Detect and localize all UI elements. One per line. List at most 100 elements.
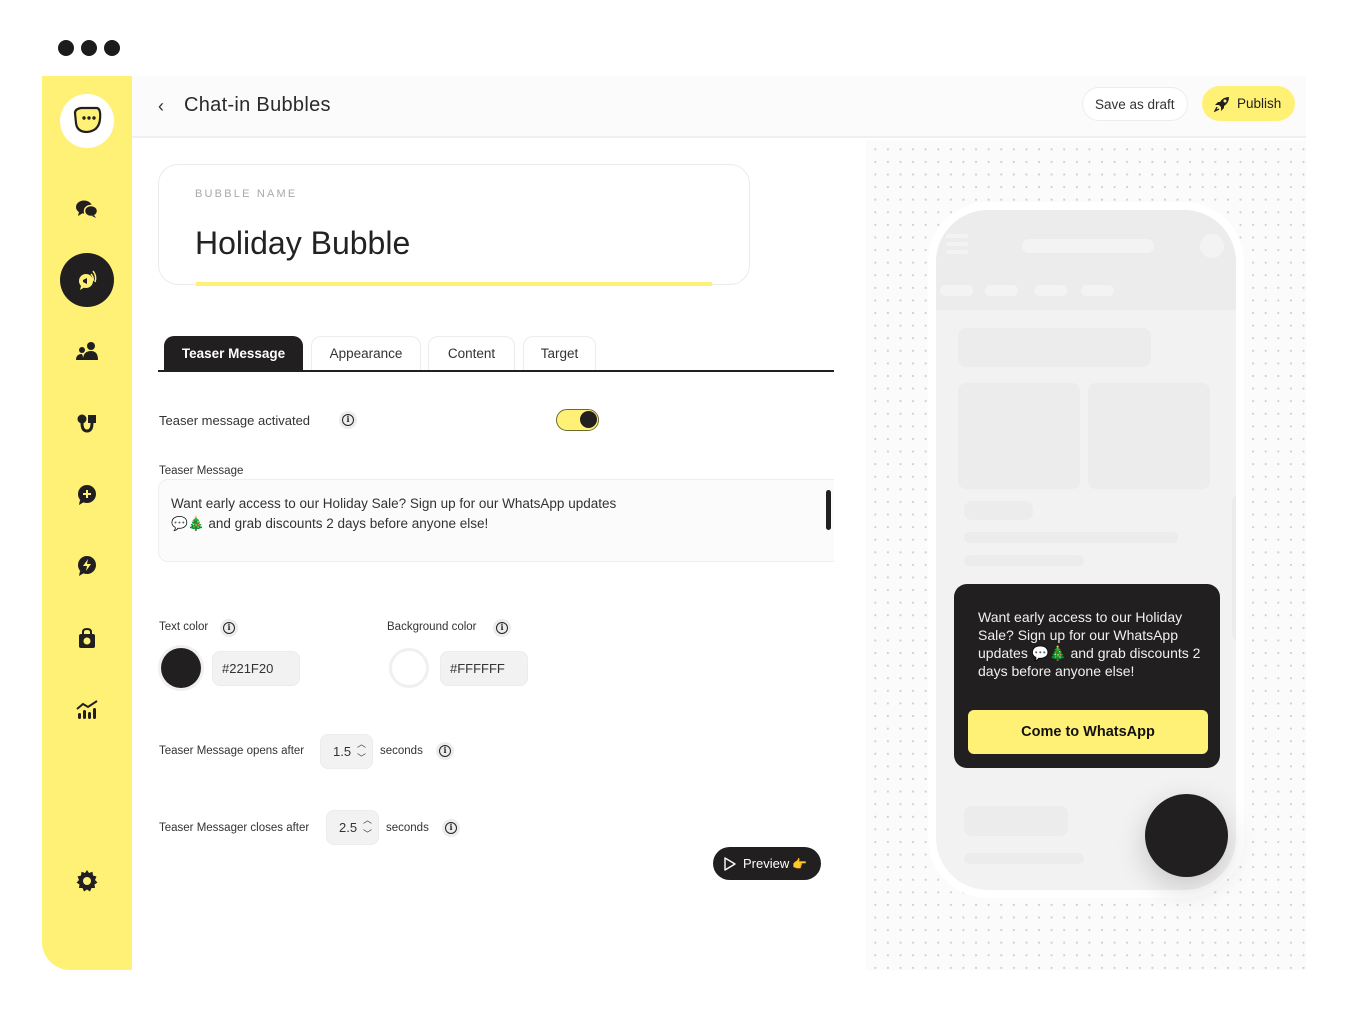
- bubble-name-underline: [196, 282, 712, 286]
- teaser-message-textarea[interactable]: Want early access to our Holiday Sale? S…: [158, 479, 834, 562]
- sidebar-item-settings[interactable]: [60, 854, 114, 908]
- info-icon[interactable]: i: [436, 742, 454, 760]
- tab-target[interactable]: Target: [523, 336, 596, 370]
- text-color-label: Text color: [159, 621, 209, 633]
- teaser-message-label: Teaser Message: [159, 465, 244, 477]
- window-controls: [58, 40, 120, 56]
- teaser-message-line: Want early access to our Holiday Sale? S…: [171, 496, 617, 511]
- textarea-scrollbar[interactable]: [826, 490, 831, 530]
- phone-text-skeleton: [964, 853, 1084, 864]
- phone-preview-area: [866, 140, 1306, 970]
- background-color-label: Background color: [387, 621, 477, 633]
- gear-icon: [76, 870, 98, 892]
- text-color-input[interactable]: #221F20: [212, 651, 300, 686]
- sidebar-item-new-chat[interactable]: [60, 468, 114, 522]
- bubble-name-input[interactable]: Holiday Bubble: [195, 225, 410, 262]
- flash-chat-icon: [78, 556, 96, 576]
- chat-bubbles-icon: [76, 200, 99, 218]
- sidebar-item-automations[interactable]: [60, 539, 114, 593]
- sidebar-item-analytics[interactable]: [60, 683, 114, 737]
- toggle-knob: [580, 411, 597, 428]
- phone-card: [1088, 383, 1210, 489]
- phone-text-skeleton: [964, 532, 1178, 543]
- closes-after-stepper[interactable]: 2.5 ︿ ﹀: [326, 810, 379, 845]
- chart-icon: [76, 700, 98, 719]
- phone-chip: [940, 285, 973, 296]
- info-icon[interactable]: i: [220, 619, 238, 637]
- opens-after-label: Teaser Message opens after: [159, 745, 305, 757]
- app-logo[interactable]: [60, 94, 114, 148]
- seconds-label: seconds: [386, 822, 429, 834]
- phone-chip: [1081, 285, 1114, 296]
- decrement-icon[interactable]: ﹀: [363, 830, 372, 839]
- tab-appearance[interactable]: Appearance: [311, 336, 421, 370]
- tab-content[interactable]: Content: [428, 336, 515, 370]
- phone-card: [958, 383, 1080, 489]
- phone-mockup: [928, 202, 1244, 898]
- preview-label: Preview: [743, 856, 790, 871]
- teaser-bubble-preview: Want early access to our Holiday Sale? S…: [954, 584, 1220, 768]
- sidebar-item-chat-in-bubbles[interactable]: [60, 253, 114, 307]
- phone-avatar: [1200, 234, 1224, 258]
- rocket-icon: [1214, 96, 1229, 112]
- sidebar-item-conversations[interactable]: [60, 182, 114, 236]
- opens-after-stepper[interactable]: 1.5 ︿ ﹀: [320, 734, 373, 769]
- hamburger-icon: [946, 234, 968, 238]
- megaphone-bubble-icon: [79, 270, 97, 290]
- bubble-name-label: BUBBLE NAME: [195, 188, 298, 200]
- phone-text-skeleton: [964, 501, 1033, 520]
- come-to-whatsapp-button[interactable]: Come to WhatsApp: [968, 710, 1208, 754]
- info-icon[interactable]: i: [339, 411, 357, 429]
- pointing-hand-icon: 👉: [792, 856, 808, 871]
- settings-tabs: Teaser Message Appearance Content Target: [158, 336, 834, 372]
- opens-after-value: 1.5: [333, 744, 352, 759]
- magnet-icon: [77, 414, 96, 433]
- hamburger-line: [946, 242, 968, 246]
- hamburger-line: [946, 250, 968, 254]
- background-color-swatch[interactable]: [389, 648, 429, 688]
- publish-label: Publish: [1237, 96, 1282, 111]
- text-color-swatch[interactable]: [161, 648, 201, 688]
- phone-chip: [1034, 285, 1067, 296]
- teaser-bubble-text: Want early access to our Holiday Sale? S…: [978, 609, 1201, 679]
- phone-text-skeleton: [964, 806, 1068, 836]
- teaser-message-line: 💬🎄 and grab discounts 2 days before anyo…: [171, 516, 489, 531]
- save-draft-button[interactable]: Save as draft: [1082, 87, 1188, 121]
- publish-button[interactable]: Publish: [1202, 86, 1296, 121]
- play-icon: [724, 856, 736, 871]
- increment-icon[interactable]: ︿: [363, 816, 372, 825]
- back-button[interactable]: ‹: [158, 96, 164, 117]
- add-chat-icon: [78, 485, 96, 505]
- phone-chip: [985, 285, 1018, 296]
- phone-scrollbar: [1232, 495, 1236, 640]
- chat-launcher-button[interactable]: [1145, 794, 1228, 877]
- window-dot: [58, 40, 74, 56]
- background-color-input[interactable]: #FFFFFF: [440, 651, 528, 686]
- phone-text-skeleton: [964, 555, 1084, 566]
- info-icon[interactable]: i: [493, 619, 511, 637]
- phone-search-bar: [1022, 239, 1154, 253]
- sidebar-item-shop[interactable]: [60, 611, 114, 665]
- phone-banner: [958, 328, 1151, 367]
- window-dot: [104, 40, 120, 56]
- window-dot: [81, 40, 97, 56]
- users-icon: [76, 342, 98, 360]
- info-icon[interactable]: i: [442, 819, 460, 837]
- teaser-activated-label: Teaser message activated: [159, 413, 311, 428]
- sidebar: [42, 76, 132, 970]
- closes-after-value: 2.5: [339, 820, 358, 835]
- closes-after-label: Teaser Messager closes after: [159, 822, 310, 834]
- seconds-label: seconds: [380, 745, 423, 757]
- preview-button[interactable]: Preview 👉: [713, 847, 821, 880]
- decrement-icon[interactable]: ﹀: [357, 754, 366, 763]
- top-bar: ‹ Chat-in Bubbles Save as draft Publish: [132, 76, 1306, 138]
- bubble-name-card: BUBBLE NAME Holiday Bubble: [158, 164, 750, 286]
- page-title: Chat-in Bubbles: [184, 94, 331, 116]
- increment-icon[interactable]: ︿: [357, 740, 366, 749]
- sidebar-item-integrations[interactable]: [60, 396, 114, 450]
- tab-teaser-message[interactable]: Teaser Message: [164, 336, 303, 370]
- chat-bubble-logo-icon: [73, 106, 102, 134]
- sidebar-item-contacts[interactable]: [60, 325, 114, 379]
- teaser-activated-toggle[interactable]: [556, 409, 599, 431]
- shopping-bag-icon: [79, 627, 95, 648]
